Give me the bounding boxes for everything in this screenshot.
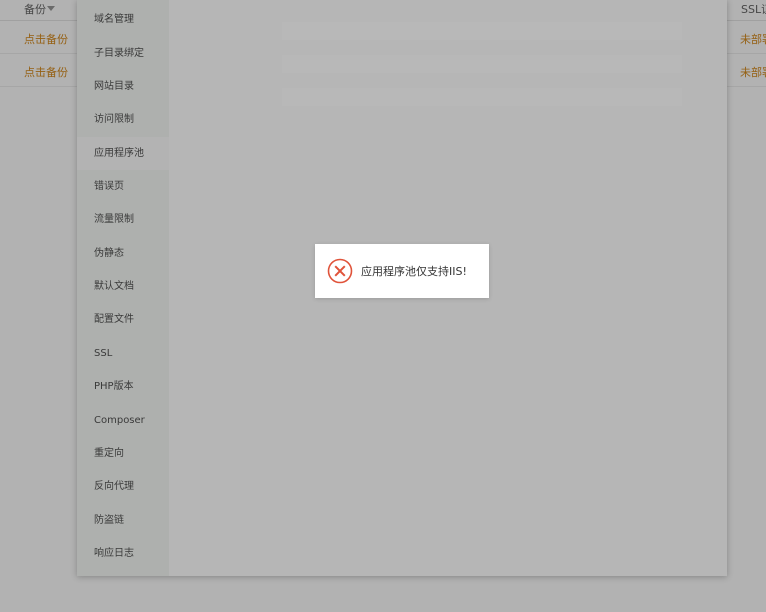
sidebar-item-subdir-binding[interactable]: 子目录绑定 (77, 37, 169, 70)
settings-sidebar: 域名管理 子目录绑定 网站目录 访问限制 应用程序池 错误页 流量限制 伪静态 … (77, 0, 169, 576)
sidebar-item-default-doc[interactable]: 默认文档 (77, 270, 169, 303)
sidebar-item-error-page[interactable]: 错误页 (77, 170, 169, 203)
sidebar-item-reverse-proxy[interactable]: 反向代理 (77, 470, 169, 503)
toast-message: 应用程序池仅支持IIS! (361, 265, 467, 278)
error-circle-icon (327, 258, 353, 284)
error-toast: 应用程序池仅支持IIS! (315, 244, 489, 298)
sidebar-item-ssl[interactable]: SSL (77, 337, 169, 370)
content-placeholder (282, 88, 682, 106)
sidebar-item-hotlink-protection[interactable]: 防盗链 (77, 504, 169, 537)
sidebar-item-redirect[interactable]: 重定向 (77, 437, 169, 470)
content-placeholder (282, 22, 682, 40)
sidebar-item-response-log[interactable]: 响应日志 (77, 537, 169, 570)
sidebar-item-php-version[interactable]: PHP版本 (77, 370, 169, 403)
sidebar-item-config-file[interactable]: 配置文件 (77, 303, 169, 336)
sidebar-item-access-limit[interactable]: 访问限制 (77, 103, 169, 136)
sidebar-item-domain[interactable]: 域名管理 (77, 3, 169, 36)
sidebar-item-rewrite[interactable]: 伪静态 (77, 237, 169, 270)
sidebar-item-composer[interactable]: Composer (77, 404, 169, 437)
content-placeholder (282, 55, 682, 73)
sidebar-item-site-directory[interactable]: 网站目录 (77, 70, 169, 103)
sidebar-item-traffic-limit[interactable]: 流量限制 (77, 203, 169, 236)
sidebar-item-app-pool[interactable]: 应用程序池 (77, 137, 169, 170)
